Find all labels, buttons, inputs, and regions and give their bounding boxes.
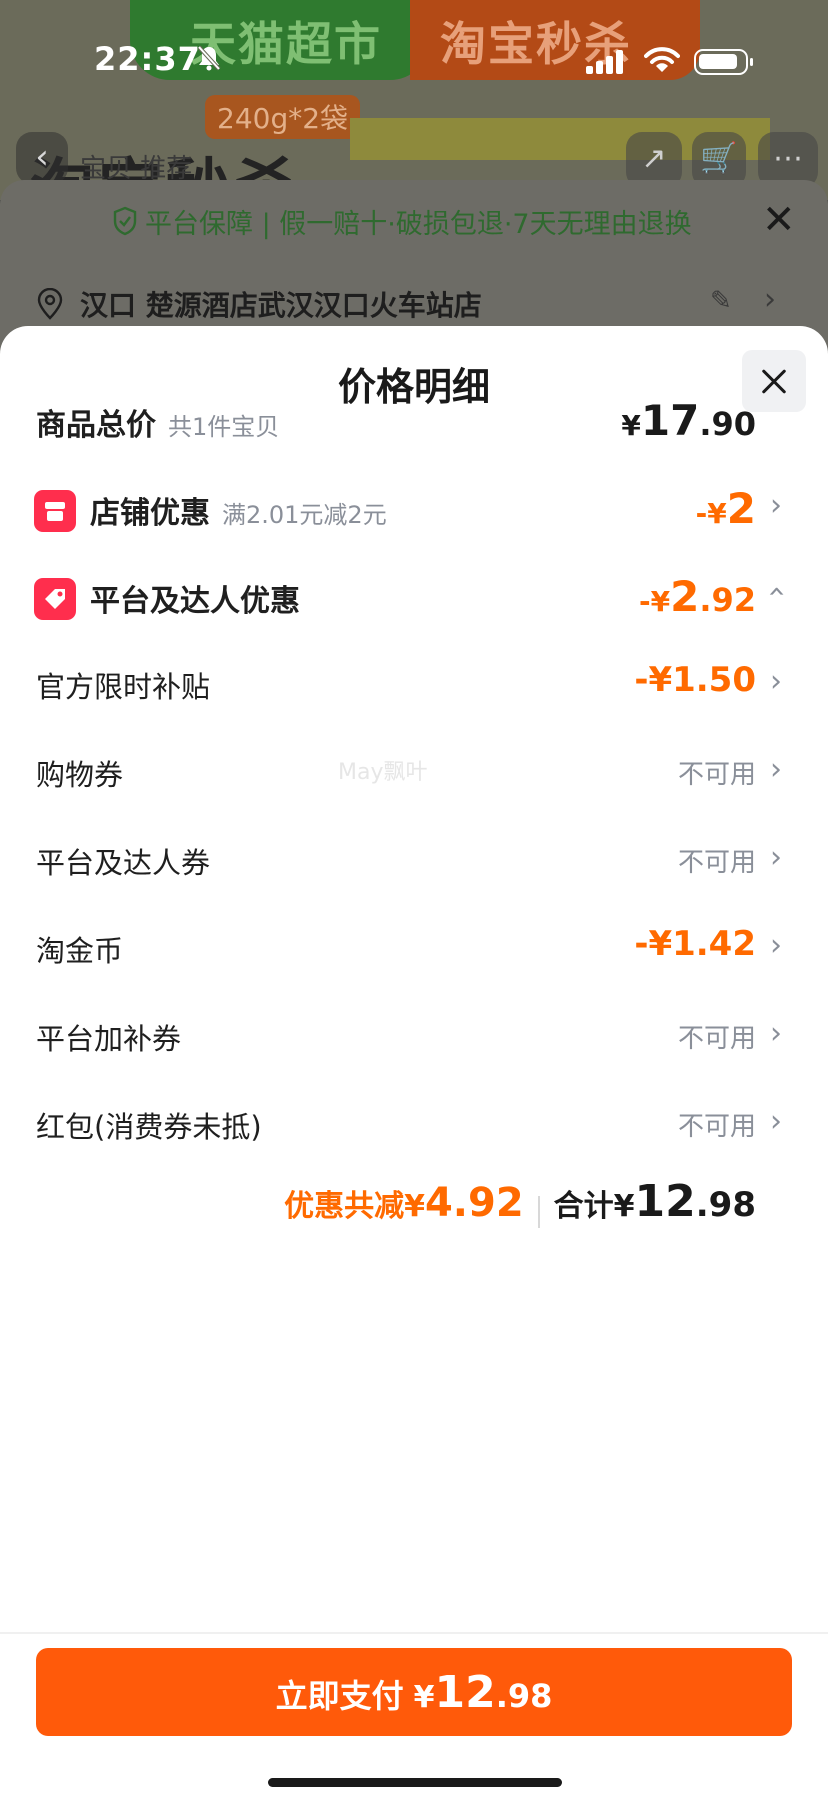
item-value: 不可用: [677, 760, 756, 790]
item-count: 共1件宝贝: [168, 413, 280, 441]
total-price-row: 商品总价 共1件宝贝 ¥17.90: [0, 386, 828, 456]
tag-icon: [34, 578, 76, 620]
item-value: -¥1.50: [634, 660, 756, 700]
pay-now-button[interactable]: 立即支付 ¥12.98: [36, 1648, 792, 1736]
price-detail-sheet: 价格明细 May飘叶 商品总价 共1件宝贝 ¥17.90 店铺优惠 满2.01元减2…: [0, 326, 828, 1800]
shop-discount-row[interactable]: 店铺优惠 满2.01元减2元 -¥2 ›: [0, 474, 828, 544]
item-value: 不可用: [677, 848, 756, 878]
divider: [537, 1195, 540, 1228]
item-label: 平台及达人券: [36, 846, 211, 880]
total-price-label: 商品总价 共1件宝贝: [36, 408, 280, 443]
signal-icon: [586, 50, 626, 74]
platform-discount-row[interactable]: 平台及达人优惠 -¥2.92 ›: [0, 562, 828, 632]
chevron-right-icon: ›: [770, 1016, 782, 1051]
back-button[interactable]: ‹: [16, 132, 68, 184]
chevron-right-icon: ›: [770, 664, 782, 699]
list-item[interactable]: 平台及达人券 不可用 ›: [0, 826, 828, 896]
close-icon[interactable]: ✕: [762, 200, 796, 240]
list-item[interactable]: 淘金币 -¥1.42 ›: [0, 914, 828, 984]
grand-total: 合计¥12.98: [553, 1176, 756, 1227]
list-item[interactable]: 购物券 不可用 ›: [0, 738, 828, 808]
chevron-right-icon: ›: [764, 282, 776, 317]
chevron-up-icon: ›: [758, 585, 794, 598]
item-value: 不可用: [677, 1024, 756, 1054]
shop-discount-rule: 满2.01元减2元: [222, 501, 387, 529]
list-item[interactable]: 官方限时补贴 -¥1.50 ›: [0, 650, 828, 720]
location-pin-icon: [37, 288, 63, 320]
shield-icon: [113, 206, 137, 236]
item-label: 红包(消费券未抵): [36, 1110, 262, 1144]
platform-discount-value: -¥2.92: [638, 572, 756, 621]
guarantee-text: 平台保障 | 假一赔十·破损包退·7天无理由退换: [145, 209, 692, 240]
item-label: 官方限时补贴: [36, 670, 211, 704]
divider: [0, 1632, 828, 1634]
home-indicator: [268, 1778, 562, 1787]
guarantee-bar: 平台保障 | 假一赔十·破损包退·7天无理由退换 ✕: [0, 200, 828, 244]
status-bar: 22:37: [0, 0, 828, 120]
list-item[interactable]: 红包(消费券未抵) 不可用 ›: [0, 1090, 828, 1160]
shop-icon: [34, 490, 76, 532]
edit-icon[interactable]: ✎: [710, 286, 732, 316]
summary-line: 优惠共减¥4.92 合计¥12.98: [284, 1176, 756, 1228]
shop-discount-value: -¥2: [695, 484, 756, 533]
address-row[interactable]: 汉口 楚源酒店武汉汉口火车站店 ✎ ›: [0, 280, 828, 330]
chevron-right-icon: ›: [770, 752, 782, 787]
total-price-value: ¥17.90: [621, 396, 756, 445]
item-label: 淘金币: [36, 934, 124, 968]
chevron-right-icon: ›: [770, 488, 782, 523]
bell-muted-icon: [197, 45, 221, 71]
battery-icon: [694, 49, 753, 75]
platform-discount-label: 平台及达人优惠: [90, 584, 300, 619]
discount-total: 优惠共减¥4.92: [284, 1180, 524, 1226]
chevron-right-icon: ›: [770, 1104, 782, 1139]
item-label: 平台加补券: [36, 1022, 182, 1056]
list-item[interactable]: 平台加补券 不可用 ›: [0, 1002, 828, 1072]
chevron-right-icon: ›: [770, 928, 782, 963]
shop-discount-label: 店铺优惠 满2.01元减2元: [90, 496, 387, 531]
address-text: 汉口 楚源酒店武汉汉口火车站店: [80, 289, 482, 322]
item-value: 不可用: [677, 1112, 756, 1142]
chevron-right-icon: ›: [770, 840, 782, 875]
status-time: 22:37: [94, 40, 201, 78]
item-value: -¥1.42: [634, 924, 756, 964]
item-label: 购物券: [36, 758, 124, 792]
wifi-icon: [644, 47, 680, 72]
